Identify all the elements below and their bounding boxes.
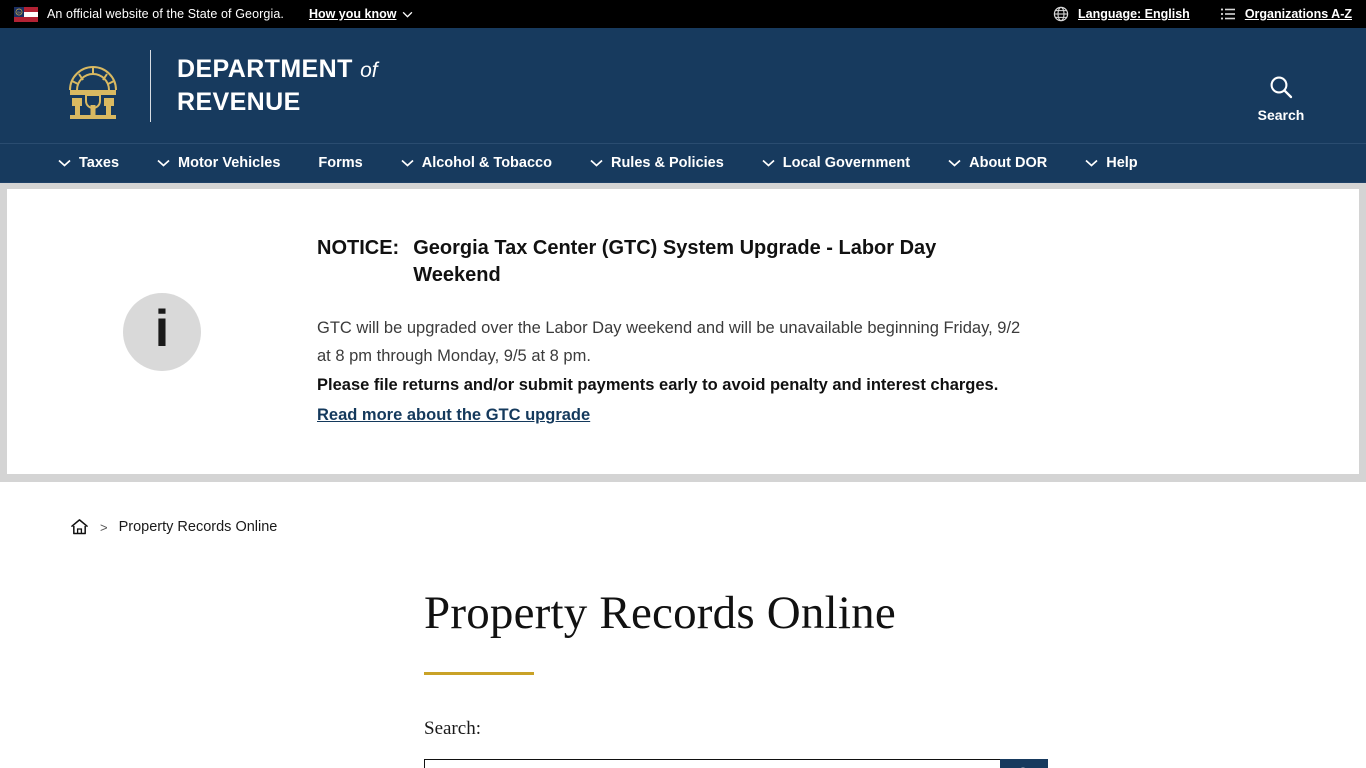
brand-title: DEPARTMENT of REVENUE <box>177 53 378 118</box>
header-search-label: Search <box>1257 107 1305 123</box>
notice-heading: NOTICE: Georgia Tax Center (GTC) System … <box>317 235 1037 289</box>
notice-banner: i NOTICE: Georgia Tax Center (GTC) Syste… <box>0 183 1366 482</box>
search-row <box>424 758 1048 768</box>
notice-body: NOTICE: Georgia Tax Center (GTC) System … <box>317 231 1037 474</box>
chevron-down-icon <box>762 159 775 167</box>
brand-divider <box>150 49 151 122</box>
notice-icon-wrap: i <box>7 231 317 474</box>
nav-label: Help <box>1106 155 1138 171</box>
main-content: Property Records Online Search: <box>0 536 1366 768</box>
search-icon <box>1270 76 1293 99</box>
notice-title-text: Georgia Tax Center (GTC) System Upgrade … <box>413 237 937 286</box>
brand-of: of <box>360 59 378 83</box>
nav-label: Local Government <box>782 155 911 171</box>
globe-icon <box>1053 6 1069 22</box>
nav-label: Alcohol & Tobacco <box>421 155 552 171</box>
organizations-label: Organizations A-Z <box>1244 7 1352 21</box>
search-input[interactable] <box>424 758 1000 768</box>
language-label: Language: English <box>1078 7 1190 21</box>
how-you-know-toggle[interactable]: How you know <box>309 7 414 21</box>
nav-label: Rules & Policies <box>610 155 724 171</box>
breadcrumb-separator: > <box>100 519 108 535</box>
site-logo-link[interactable]: DEPARTMENT of REVENUE <box>62 49 378 122</box>
organizations-link[interactable]: Organizations A-Z <box>1220 6 1352 22</box>
main-navigation: Taxes Motor Vehicles Forms Alcohol & Tob… <box>0 144 1366 183</box>
georgia-dor-seal-icon <box>69 65 117 119</box>
nav-label: Motor Vehicles <box>178 155 281 171</box>
list-icon <box>1220 8 1235 20</box>
gov-bar-right: Language: English Organizations A-Z <box>1053 6 1352 22</box>
notice-paragraph: GTC will be upgraded over the Labor Day … <box>317 319 1021 366</box>
how-you-know-label: How you know <box>308 7 397 21</box>
home-icon[interactable] <box>70 518 89 536</box>
chevron-down-icon <box>58 159 71 167</box>
chevron-down-icon <box>401 159 414 167</box>
search-submit-button[interactable] <box>1000 758 1048 768</box>
georgia-state-flag-icon: GA <box>14 6 38 22</box>
nav-item-motor-vehicles[interactable]: Motor Vehicles <box>157 155 280 171</box>
nav-label: Forms <box>318 155 363 171</box>
site-header: DEPARTMENT of REVENUE Search <box>0 28 1366 144</box>
nav-label: About DOR <box>969 155 1048 171</box>
gov-bar-left: GA An official website of the State of G… <box>14 6 414 22</box>
notice-label: NOTICE: <box>317 237 400 259</box>
nav-item-forms[interactable]: Forms <box>318 155 362 171</box>
search-field-label: Search: <box>424 717 481 739</box>
notice-card: i NOTICE: Georgia Tax Center (GTC) Syste… <box>7 189 1359 474</box>
info-icon: i <box>123 293 201 371</box>
brand-line-1: DEPARTMENT <box>177 55 353 84</box>
nav-label: Taxes <box>79 155 120 171</box>
official-site-text: An official website of the State of Geor… <box>47 7 284 21</box>
brand-line-2: REVENUE <box>177 87 301 116</box>
header-search-button[interactable]: Search <box>1242 74 1320 123</box>
chevron-down-icon <box>403 11 413 18</box>
nav-item-help[interactable]: Help <box>1085 155 1138 171</box>
chevron-down-icon <box>1085 159 1098 167</box>
chevron-down-icon <box>590 159 603 167</box>
nav-item-local-government[interactable]: Local Government <box>762 155 910 171</box>
breadcrumb: > Property Records Online <box>0 482 1366 536</box>
breadcrumb-current: Property Records Online <box>118 519 278 535</box>
page-title: Property Records Online <box>424 587 896 639</box>
georgia-gov-bar: GA An official website of the State of G… <box>0 0 1366 28</box>
chevron-down-icon <box>157 159 170 167</box>
nav-item-rules-policies[interactable]: Rules & Policies <box>590 155 724 171</box>
title-gold-rule <box>424 671 534 675</box>
notice-read-more-link[interactable]: Read more about the GTC upgrade <box>317 406 590 425</box>
language-selector[interactable]: Language: English <box>1053 6 1190 22</box>
nav-item-alcohol-tobacco[interactable]: Alcohol & Tobacco <box>401 155 552 171</box>
info-icon-glyph: i <box>154 300 170 358</box>
nav-item-about-dor[interactable]: About DOR <box>948 155 1047 171</box>
nav-item-taxes[interactable]: Taxes <box>58 155 119 171</box>
chevron-down-icon <box>948 159 961 167</box>
svg-text:GA: GA <box>17 10 21 14</box>
notice-emphasis: Please file returns and/or submit paymen… <box>317 375 999 394</box>
